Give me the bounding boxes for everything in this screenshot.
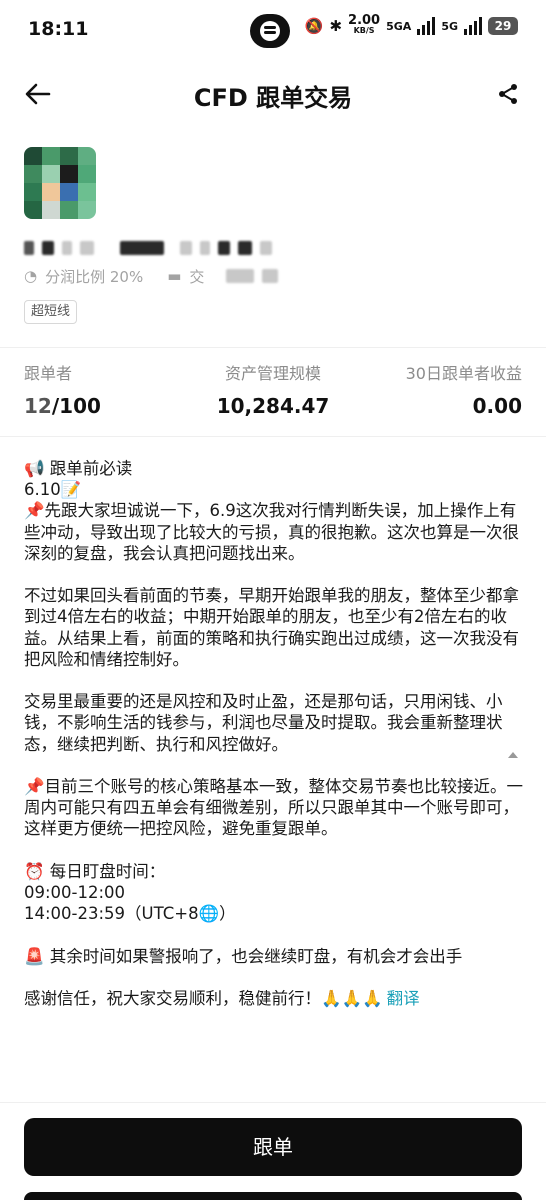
net-speed: 2.00 KB/S [348,13,381,36]
divider [0,436,546,437]
trader-name [24,238,272,258]
mute-icon: 🔕 [304,17,324,35]
bluetooth-icon: ✱ [329,17,343,35]
schedule-line: 09:00-12:00 [24,883,126,902]
app-bar: CFD 跟单交易 [0,62,546,126]
stat-profit: 30日跟单者收益 0.00 [406,360,522,418]
signal-icon-1 [417,17,436,35]
signal-label-1: 5GA [386,19,412,33]
secondary-button-edge[interactable] [24,1192,522,1200]
intro-paragraph: 📌目前三个账号的核心策略基本一致，整体交易节奏也比较接近。一周内可能只有四五单会… [24,777,524,839]
profit-label: 30日跟单者收益 [405,364,522,383]
avatar[interactable] [24,147,96,219]
exchange-icon: ▬ [167,267,182,285]
strategy-tag: 超短线 [24,300,78,324]
status-bar: 18:11 🔕 ✱ 2.00 KB/S 5GA 5G 29 [0,0,546,62]
schedule-line: 14:00-23:59（UTC+8🌐） [24,904,236,924]
share-icon [499,84,517,104]
intro-heading: 📢 跟单前必读 [24,459,133,478]
follow-button[interactable]: 跟单 [24,1118,522,1176]
page-title: CFD 跟单交易 [193,84,353,112]
thanks-text: 感谢信任，祝大家交易顺利，稳健前行！🙏🙏🙏 [24,988,383,1008]
hotspot-icon [250,14,290,48]
signal-label-2: 5G [441,19,458,33]
pie-chart-icon: ◔ [24,267,38,285]
net-speed-unit: KB/S [353,26,375,35]
status-icons: 🔕 ✱ 2.00 KB/S 5GA 5G 29 [304,13,518,36]
share-ratio: 分润比例 20% [45,267,144,286]
meta-row: ◔ 分润比例 20% ▬ 交 [24,264,279,288]
status-time: 18:11 [28,18,89,40]
intro-paragraph: 📌先跟大家坦诚说一下，6.9这次我对行情判断失误，加上操作上有些冲动，导致出现了… [24,501,519,563]
schedule-title: ⏰ 每日盯盘时间： [24,861,166,881]
collapse-icon[interactable] [508,752,518,758]
share-button[interactable] [490,76,526,112]
intro-paragraph: 不过如果回头看前面的节奏，早期开始跟单我的朋友，整体至少都拿到过4倍左右的收益；… [24,586,519,669]
divider [0,347,546,348]
battery-icon: 29 [488,17,518,35]
trader-intro: 📢 跟单前必读 6.10📝 📌先跟大家坦诚说一下，6.9这次我对行情判断失误，加… [24,458,524,1009]
profit-value: 0.00 [472,394,522,418]
translate-link[interactable]: 翻译 [387,989,420,1008]
thanks-line: 感谢信任，祝大家交易顺利，稳健前行！🙏🙏🙏 翻译 [24,988,524,1009]
signal-icon-2 [464,17,482,35]
alert-line: 🚨 其余时间如果警报响了，也会继续盯盘，有机会才会出手 [24,946,463,966]
divider [0,1102,546,1103]
exchange-label: 交 [189,267,205,286]
intro-date: 6.10📝 [24,480,82,500]
net-speed-value: 2.00 [348,13,381,28]
stats-section: 跟单者 12/100 资产管理规模 10,284.47 30日跟单者收益 0.0… [0,360,546,430]
intro-paragraph: 交易里最重要的还是风控和及时止盈，还是那句话，只用闲钱、小钱，不影响生活的钱参与… [24,692,503,754]
